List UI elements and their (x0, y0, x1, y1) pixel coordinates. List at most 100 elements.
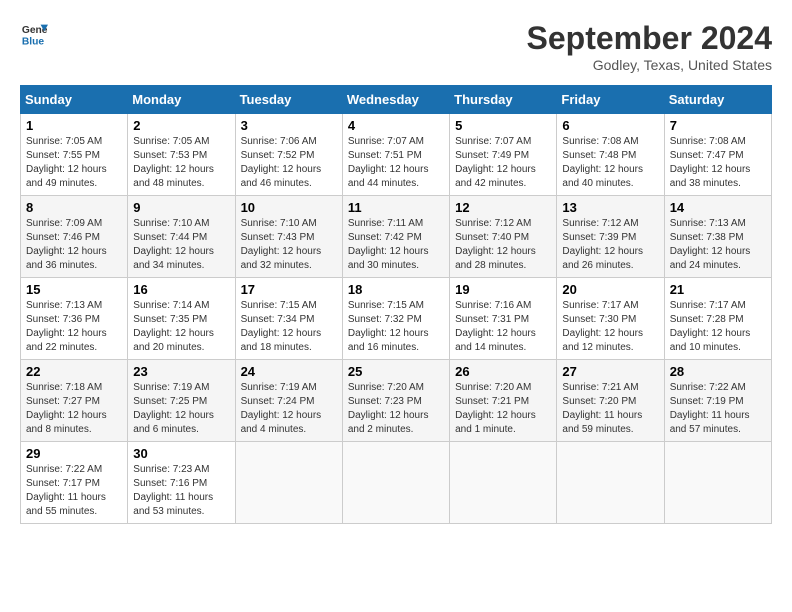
day-info: Sunrise: 7:12 AM Sunset: 7:40 PM Dayligh… (455, 217, 551, 273)
day-info: Sunrise: 7:20 AM Sunset: 7:23 PM Dayligh… (348, 381, 444, 437)
calendar-cell (450, 442, 557, 524)
col-header-saturday: Saturday (664, 86, 771, 114)
col-header-thursday: Thursday (450, 86, 557, 114)
calendar-cell: 29 Sunrise: 7:22 AM Sunset: 7:17 PM Dayli… (21, 442, 128, 524)
day-info: Sunrise: 7:08 AM Sunset: 7:48 PM Dayligh… (562, 135, 658, 191)
calendar-cell: 24Sunrise: 7:19 AM Sunset: 7:24 PM Dayli… (235, 360, 342, 442)
day-info: Sunrise: 7:21 AM Sunset: 7:20 PM Dayligh… (562, 381, 658, 437)
day-number: 12 (455, 200, 551, 215)
day-number: 26 (455, 364, 551, 379)
calendar-cell: 17 Sunrise: 7:15 AM Sunset: 7:34 PM Dayli… (235, 278, 342, 360)
day-number: 11 (348, 200, 444, 215)
page-header: General Blue September 2024 Godley, Texa… (20, 20, 772, 73)
logo-icon: General Blue (20, 20, 48, 48)
day-number: 22 (26, 364, 122, 379)
calendar-cell: 22 Sunrise: 7:18 AM Sunset: 7:27 PM Dayli… (21, 360, 128, 442)
day-info: Sunrise: 7:13 AM Sunset: 7:38 PM Dayligh… (670, 217, 766, 273)
day-number: 9 (133, 200, 229, 215)
day-info: Sunrise: 7:14 AM Sunset: 7:35 PM Dayligh… (133, 299, 229, 355)
day-info: Sunrise: 7:15 AM Sunset: 7:34 PM Dayligh… (241, 299, 337, 355)
day-number: 7 (670, 118, 766, 133)
calendar-cell: 5 Sunrise: 7:07 AM Sunset: 7:49 PM Daylig… (450, 114, 557, 196)
calendar-cell: 4 Sunrise: 7:07 AM Sunset: 7:51 PM Daylig… (342, 114, 449, 196)
calendar-table: SundayMondayTuesdayWednesdayThursdayFrid… (20, 85, 772, 524)
day-info: Sunrise: 7:05 AM Sunset: 7:55 PM Dayligh… (26, 135, 122, 191)
day-info: Sunrise: 7:06 AM Sunset: 7:52 PM Dayligh… (241, 135, 337, 191)
header-row: SundayMondayTuesdayWednesdayThursdayFrid… (21, 86, 772, 114)
calendar-cell: 16Sunrise: 7:14 AM Sunset: 7:35 PM Dayli… (128, 278, 235, 360)
calendar-cell: 10Sunrise: 7:10 AM Sunset: 7:43 PM Dayli… (235, 196, 342, 278)
col-header-monday: Monday (128, 86, 235, 114)
calendar-cell: 8Sunrise: 7:09 AM Sunset: 7:46 PM Daylig… (21, 196, 128, 278)
day-number: 13 (562, 200, 658, 215)
day-info: Sunrise: 7:22 AM Sunset: 7:17 PM Dayligh… (26, 463, 122, 519)
calendar-week-3: 15 Sunrise: 7:13 AM Sunset: 7:36 PM Dayli… (21, 278, 772, 360)
calendar-cell: 11 Sunrise: 7:11 AM Sunset: 7:42 PM Dayli… (342, 196, 449, 278)
month-title: September 2024 (527, 20, 772, 57)
day-info: Sunrise: 7:18 AM Sunset: 7:27 PM Dayligh… (26, 381, 122, 437)
day-info: Sunrise: 7:12 AM Sunset: 7:39 PM Dayligh… (562, 217, 658, 273)
day-info: Sunrise: 7:11 AM Sunset: 7:42 PM Dayligh… (348, 217, 444, 273)
day-number: 4 (348, 118, 444, 133)
calendar-cell: 18 Sunrise: 7:15 AM Sunset: 7:32 PM Dayli… (342, 278, 449, 360)
day-info: Sunrise: 7:23 AM Sunset: 7:16 PM Dayligh… (133, 463, 229, 519)
day-number: 8 (26, 200, 122, 215)
day-number: 10 (241, 200, 337, 215)
calendar-cell: 30 Sunrise: 7:23 AM Sunset: 7:16 PM Dayli… (128, 442, 235, 524)
day-number: 28 (670, 364, 766, 379)
calendar-week-2: 8Sunrise: 7:09 AM Sunset: 7:46 PM Daylig… (21, 196, 772, 278)
day-info: Sunrise: 7:13 AM Sunset: 7:36 PM Dayligh… (26, 299, 122, 355)
day-info: Sunrise: 7:08 AM Sunset: 7:47 PM Dayligh… (670, 135, 766, 191)
col-header-sunday: Sunday (21, 86, 128, 114)
day-info: Sunrise: 7:05 AM Sunset: 7:53 PM Dayligh… (133, 135, 229, 191)
day-info: Sunrise: 7:22 AM Sunset: 7:19 PM Dayligh… (670, 381, 766, 437)
calendar-cell: 21 Sunrise: 7:17 AM Sunset: 7:28 PM Dayli… (664, 278, 771, 360)
calendar-cell: 25Sunrise: 7:20 AM Sunset: 7:23 PM Dayli… (342, 360, 449, 442)
day-info: Sunrise: 7:19 AM Sunset: 7:24 PM Dayligh… (241, 381, 337, 437)
calendar-cell: 7 Sunrise: 7:08 AM Sunset: 7:47 PM Daylig… (664, 114, 771, 196)
calendar-cell: 1Sunrise: 7:05 AM Sunset: 7:55 PM Daylig… (21, 114, 128, 196)
day-number: 20 (562, 282, 658, 297)
day-number: 15 (26, 282, 122, 297)
day-info: Sunrise: 7:07 AM Sunset: 7:49 PM Dayligh… (455, 135, 551, 191)
calendar-cell: 14Sunrise: 7:13 AM Sunset: 7:38 PM Dayli… (664, 196, 771, 278)
day-info: Sunrise: 7:17 AM Sunset: 7:30 PM Dayligh… (562, 299, 658, 355)
calendar-week-1: 1Sunrise: 7:05 AM Sunset: 7:55 PM Daylig… (21, 114, 772, 196)
col-header-friday: Friday (557, 86, 664, 114)
calendar-cell: 6 Sunrise: 7:08 AM Sunset: 7:48 PM Daylig… (557, 114, 664, 196)
logo: General Blue (20, 20, 48, 48)
calendar-cell: 3Sunrise: 7:06 AM Sunset: 7:52 PM Daylig… (235, 114, 342, 196)
day-number: 27 (562, 364, 658, 379)
day-info: Sunrise: 7:20 AM Sunset: 7:21 PM Dayligh… (455, 381, 551, 437)
calendar-cell (557, 442, 664, 524)
calendar-cell: 19Sunrise: 7:16 AM Sunset: 7:31 PM Dayli… (450, 278, 557, 360)
day-number: 5 (455, 118, 551, 133)
calendar-week-4: 22 Sunrise: 7:18 AM Sunset: 7:27 PM Dayli… (21, 360, 772, 442)
day-info: Sunrise: 7:15 AM Sunset: 7:32 PM Dayligh… (348, 299, 444, 355)
calendar-week-5: 29 Sunrise: 7:22 AM Sunset: 7:17 PM Dayli… (21, 442, 772, 524)
day-number: 17 (241, 282, 337, 297)
day-info: Sunrise: 7:10 AM Sunset: 7:44 PM Dayligh… (133, 217, 229, 273)
location: Godley, Texas, United States (527, 57, 772, 73)
calendar-cell (235, 442, 342, 524)
calendar-cell (342, 442, 449, 524)
calendar-cell: 28 Sunrise: 7:22 AM Sunset: 7:19 PM Dayli… (664, 360, 771, 442)
col-header-wednesday: Wednesday (342, 86, 449, 114)
day-info: Sunrise: 7:17 AM Sunset: 7:28 PM Dayligh… (670, 299, 766, 355)
col-header-tuesday: Tuesday (235, 86, 342, 114)
day-number: 2 (133, 118, 229, 133)
day-number: 29 (26, 446, 122, 461)
day-number: 30 (133, 446, 229, 461)
title-area: September 2024 Godley, Texas, United Sta… (527, 20, 772, 73)
calendar-cell: 15 Sunrise: 7:13 AM Sunset: 7:36 PM Dayli… (21, 278, 128, 360)
svg-text:Blue: Blue (22, 36, 45, 47)
day-number: 23 (133, 364, 229, 379)
calendar-cell: 2 Sunrise: 7:05 AM Sunset: 7:53 PM Daylig… (128, 114, 235, 196)
day-number: 18 (348, 282, 444, 297)
day-number: 6 (562, 118, 658, 133)
day-info: Sunrise: 7:07 AM Sunset: 7:51 PM Dayligh… (348, 135, 444, 191)
calendar-cell: 26 Sunrise: 7:20 AM Sunset: 7:21 PM Dayli… (450, 360, 557, 442)
calendar-cell: 9 Sunrise: 7:10 AM Sunset: 7:44 PM Daylig… (128, 196, 235, 278)
day-info: Sunrise: 7:16 AM Sunset: 7:31 PM Dayligh… (455, 299, 551, 355)
day-number: 21 (670, 282, 766, 297)
